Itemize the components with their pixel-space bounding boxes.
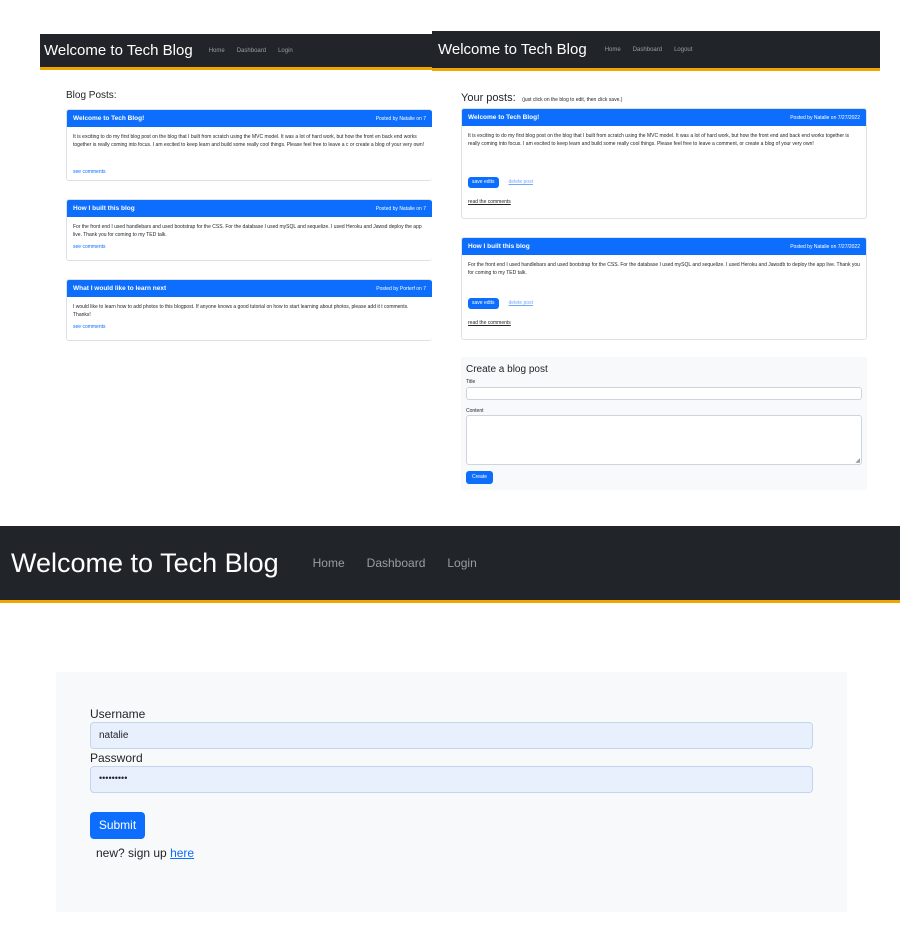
blog-post-card[interactable]: How I built this blog Posted by Natalie … — [66, 199, 432, 261]
post-byline: Posted by Natalie on 7/27/2022 — [790, 243, 860, 250]
post-byline: Posted by Natalie on 7/27/2022 — [790, 114, 860, 121]
navbar-brand[interactable]: Welcome to Tech Blog — [438, 41, 587, 58]
password-input[interactable]: ••••••••• — [90, 766, 813, 793]
post-title[interactable]: Welcome to Tech Blog! — [468, 114, 539, 121]
post-body: It is exciting to do my first blog post … — [73, 134, 425, 148]
nav-link-home[interactable]: Home — [209, 48, 225, 54]
post-byline: Posted by Natalie on 7 — [375, 115, 426, 122]
see-comments-link[interactable]: see comments — [73, 324, 426, 332]
post-title[interactable]: Welcome to Tech Blog! — [73, 115, 144, 122]
title-label: Title — [466, 379, 476, 385]
your-posts-title: Your posts: — [461, 92, 516, 104]
post-byline: Posted by Natalie on 7 — [375, 205, 426, 212]
post-body: For the front end I used handlebars and … — [73, 224, 422, 238]
your-posts-hint: (just click on the blog to edit, then cl… — [522, 97, 623, 103]
delete-post-link[interactable]: delete post — [509, 179, 533, 187]
save-edits-button[interactable]: save edits — [468, 177, 499, 188]
signup-text: new? sign up — [96, 846, 167, 860]
blog-post-card[interactable]: What I would like to learn next Posted b… — [66, 279, 432, 341]
post-body[interactable]: For the front end I used handlebars and … — [468, 262, 860, 284]
editable-post-card[interactable]: Welcome to Tech Blog! Posted by Natalie … — [461, 108, 867, 219]
read-comments-link[interactable]: read the comments — [468, 320, 860, 328]
nav-link-dashboard[interactable]: Dashboard — [367, 556, 426, 570]
blog-posts-heading: Blog Posts: — [66, 90, 117, 101]
save-edits-button[interactable]: save edits — [468, 298, 499, 309]
blog-post-card[interactable]: Welcome to Tech Blog! Posted by Natalie … — [66, 109, 432, 181]
navbar-brand[interactable]: Welcome to Tech Blog — [44, 42, 193, 59]
content-label: Content — [466, 408, 484, 414]
username-value: natalie — [99, 730, 129, 741]
your-posts-heading: Your posts: (just click on the blog to e… — [461, 88, 622, 106]
nav-link-logout[interactable]: Logout — [674, 47, 692, 53]
nav-link-dashboard[interactable]: Dashboard — [633, 47, 662, 53]
read-comments-link[interactable]: read the comments — [468, 199, 860, 207]
signup-here-link[interactable]: here — [170, 846, 194, 860]
signup-prompt: new? sign up here — [96, 846, 194, 860]
nav-link-login[interactable]: Login — [278, 48, 293, 54]
nav-link-home[interactable]: Home — [605, 47, 621, 53]
username-input[interactable]: natalie — [90, 722, 813, 749]
post-body: I would like to learn how to add photos … — [73, 304, 409, 318]
nav-link-login[interactable]: Login — [447, 556, 476, 570]
dashboard-navbar: Welcome to Tech Blog Home Dashboard Logo… — [432, 31, 880, 71]
create-post-heading: Create a blog post — [466, 364, 548, 375]
post-title[interactable]: How I built this blog — [468, 243, 530, 250]
login-form-panel: Username natalie Password ••••••••• Subm… — [56, 672, 847, 912]
login-navbar: Welcome to Tech Blog Home Dashboard Logi… — [0, 526, 900, 603]
post-title[interactable]: What I would like to learn next — [73, 285, 166, 292]
post-body[interactable]: It is exciting to do my first blog post … — [468, 133, 860, 163]
password-label: Password — [90, 751, 143, 765]
create-button[interactable]: Create — [466, 471, 493, 484]
editable-post-card[interactable]: How I built this blog Posted by Natalie … — [461, 237, 867, 340]
submit-button[interactable]: Submit — [90, 812, 145, 839]
see-comments-link[interactable]: see comments — [73, 169, 426, 177]
post-byline: Posted by Porterf on 7 — [376, 285, 426, 292]
nav-link-home[interactable]: Home — [313, 556, 345, 570]
post-title[interactable]: How I built this blog — [73, 205, 135, 212]
nav-link-dashboard[interactable]: Dashboard — [237, 48, 266, 54]
see-comments-link[interactable]: see comments — [73, 244, 426, 252]
password-value: ••••••••• — [99, 773, 128, 783]
create-post-panel: Create a blog post Title Content ◢ Creat… — [461, 357, 867, 490]
navbar-brand[interactable]: Welcome to Tech Blog — [11, 548, 279, 579]
resize-handle-icon[interactable]: ◢ — [855, 457, 860, 464]
home-navbar: Welcome to Tech Blog Home Dashboard Logi… — [40, 34, 432, 70]
delete-post-link[interactable]: delete post — [509, 300, 533, 308]
title-input[interactable] — [466, 387, 862, 400]
content-textarea[interactable]: ◢ — [466, 415, 862, 465]
username-label: Username — [90, 707, 146, 721]
